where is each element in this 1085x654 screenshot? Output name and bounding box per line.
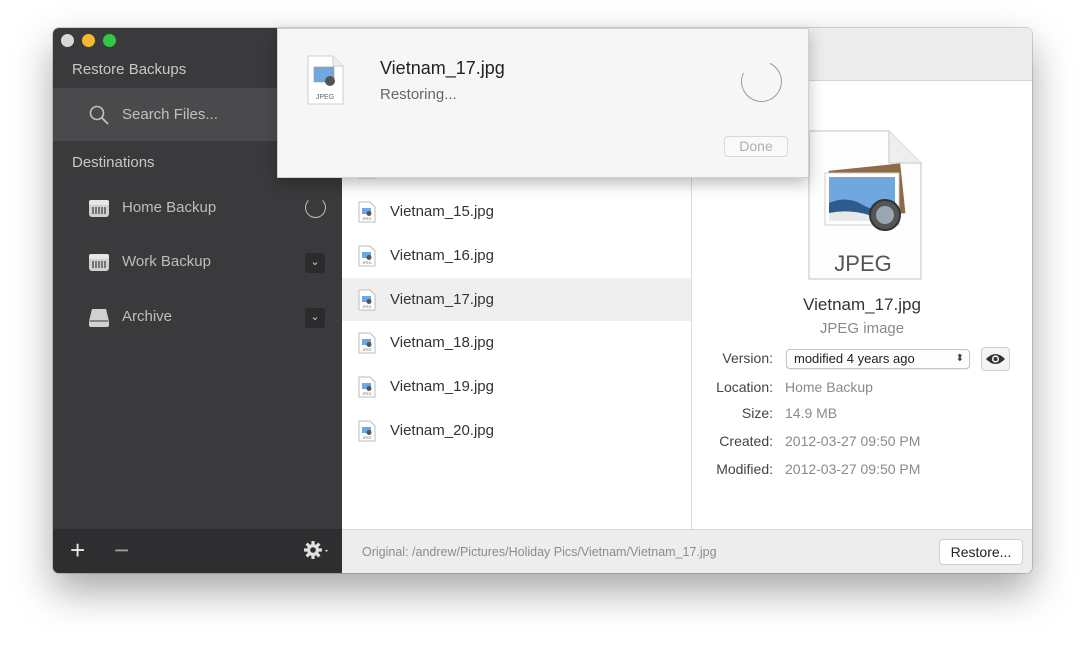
- detail-file-name: Vietnam_17.jpg: [803, 295, 921, 314]
- disk-icon: [89, 309, 109, 327]
- sidebar-item-home-backup[interactable]: Home Backup: [53, 188, 342, 228]
- jpeg-file-icon: JPEG: [808, 130, 922, 280]
- file-name: Vietnam_16.jpg: [390, 246, 494, 264]
- size-label: Size:: [741, 405, 773, 421]
- restoring-status: Restoring...: [380, 86, 457, 103]
- file-name: Vietnam_18.jpg: [390, 334, 494, 352]
- created-label: Created:: [719, 433, 773, 449]
- restore-button[interactable]: Restore...: [939, 539, 1023, 565]
- sidebar-item-label: Work Backup: [122, 253, 211, 270]
- svg-text:JPEG: JPEG: [362, 261, 371, 265]
- window-controls: [61, 34, 116, 47]
- size-value: 14.9 MB: [785, 405, 838, 421]
- file-name: Vietnam_15.jpg: [390, 203, 494, 221]
- jpeg-file-icon: JPEG: [358, 420, 376, 442]
- remove-destination-button[interactable]: −: [114, 535, 129, 566]
- file-row[interactable]: JPEG Vietnam_17.jpg: [342, 277, 691, 321]
- jpeg-file-icon: JPEG: [358, 332, 376, 354]
- detail-file-kind: JPEG image: [819, 320, 905, 337]
- file-name: Vietnam_17.jpg: [390, 290, 494, 308]
- jpeg-file-icon: JPEG: [307, 55, 344, 105]
- jpeg-file-icon: JPEG: [358, 289, 376, 311]
- chevron-down-icon[interactable]: ⌄: [305, 308, 325, 328]
- created-value: 2012-03-27 09:50 PM: [785, 433, 921, 449]
- file-name: Vietnam_19.jpg: [390, 377, 494, 395]
- maximize-window-button[interactable]: [103, 34, 116, 47]
- destinations-header: Destinations: [72, 154, 155, 171]
- file-row[interactable]: JPEG Vietnam_18.jpg: [342, 321, 691, 364]
- sidebar-item-label: Home Backup: [122, 199, 217, 216]
- eye-icon: [986, 354, 1005, 364]
- file-row[interactable]: JPEG Vietnam_16.jpg: [342, 234, 691, 277]
- version-value: modified 4 years ago: [794, 351, 915, 366]
- version-label: Version:: [722, 350, 773, 366]
- jpeg-file-icon: JPEG: [358, 201, 376, 223]
- backup-drive-icon: [89, 254, 109, 271]
- main-footer: Original: /andrew/Pictures/Holiday Pics/…: [342, 529, 1032, 573]
- modified-value: 2012-03-27 09:50 PM: [785, 461, 921, 477]
- gear-icon[interactable]: [302, 538, 332, 562]
- add-destination-button[interactable]: +: [70, 535, 85, 566]
- original-path: Original: /andrew/Pictures/Holiday Pics/…: [362, 545, 717, 559]
- file-name: Vietnam_20.jpg: [390, 421, 494, 439]
- svg-text:JPEG: JPEG: [362, 436, 371, 440]
- minimize-window-button[interactable]: [82, 34, 95, 47]
- sidebar-item-work-backup[interactable]: Work Backup ⌄: [53, 242, 342, 282]
- restoring-file-name: Vietnam_17.jpg: [380, 58, 505, 78]
- jpeg-label: JPEG: [834, 251, 891, 276]
- sidebar-item-label: Archive: [122, 308, 173, 325]
- svg-text:JPEG: JPEG: [362, 348, 371, 352]
- chevron-down-icon[interactable]: ⌄: [305, 253, 325, 273]
- jpeg-file-icon: JPEG: [358, 376, 376, 398]
- version-select[interactable]: modified 4 years ago ⬍: [786, 349, 970, 369]
- modified-label: Modified:: [716, 461, 773, 477]
- done-button[interactable]: Done: [724, 136, 788, 157]
- restoring-sheet: JPEG Vietnam_17.jpg Restoring... Done: [277, 28, 809, 178]
- svg-text:JPEG: JPEG: [362, 392, 371, 396]
- file-row[interactable]: JPEG Vietnam_19.jpg: [342, 365, 691, 408]
- location-value: Home Backup: [785, 379, 873, 395]
- sidebar-footer: + −: [53, 529, 342, 573]
- sidebar-title: Restore Backups: [72, 61, 187, 78]
- svg-text:JPEG: JPEG: [362, 217, 371, 221]
- jpeg-file-icon: JPEG: [358, 245, 376, 267]
- svg-text:JPEG: JPEG: [362, 305, 371, 309]
- backup-drive-icon: [89, 200, 109, 217]
- quick-look-button[interactable]: [981, 347, 1010, 371]
- search-icon: [89, 105, 109, 125]
- progress-spinner-icon: [735, 55, 788, 108]
- close-window-button[interactable]: [61, 34, 74, 47]
- search-files-label: Search Files...: [122, 106, 218, 123]
- jpeg-label: JPEG: [316, 94, 334, 101]
- location-label: Location:: [716, 379, 773, 395]
- updown-chevron-icon: ⬍: [955, 353, 964, 364]
- sidebar-item-archive[interactable]: Archive ⌄: [53, 297, 342, 337]
- progress-spinner-icon: [305, 197, 326, 218]
- file-row[interactable]: JPEG Vietnam_15.jpg: [342, 190, 691, 233]
- file-row[interactable]: JPEG Vietnam_20.jpg: [342, 409, 691, 452]
